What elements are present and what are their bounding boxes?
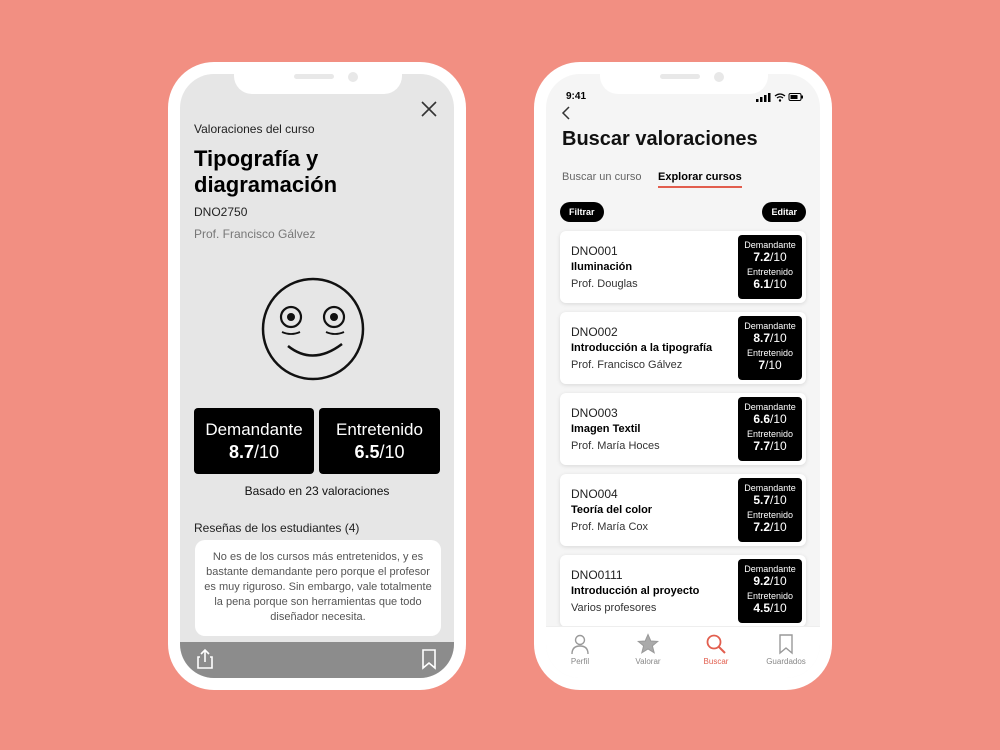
filter-button[interactable]: Filtrar	[560, 202, 604, 222]
demanding-value: 8.7/10	[228, 442, 280, 462]
course-code: DNO002	[571, 325, 618, 339]
search-icon	[706, 634, 726, 654]
course-card[interactable]: DNO003 Imagen Textil Prof. María Hoces D…	[560, 393, 806, 465]
course-name: Introducción a la tipografía	[571, 342, 713, 354]
user-icon	[571, 634, 589, 655]
course-code: DNO003	[571, 406, 618, 420]
phone-course-detail: Valoraciones del curso Tipografía y diag…	[168, 62, 466, 690]
course-detail-screen: Valoraciones del curso Tipografía y diag…	[180, 74, 454, 678]
course-professor: Prof. Francisco Gálvez	[571, 359, 683, 371]
review-card[interactable]: No es de los cursos más entretenidos, y …	[195, 540, 441, 636]
nav-rate[interactable]: Valorar	[618, 633, 678, 666]
course-code: DNO004	[571, 487, 618, 501]
rating-badge: Demandante 7.2/10 Entretenido 6.1/10	[738, 235, 802, 299]
status-time: 9:41	[566, 91, 587, 102]
tab-search-course[interactable]: Buscar un curso	[562, 171, 641, 183]
course-professor: Prof. María Hoces	[571, 440, 660, 452]
course-name: Introducción al proyecto	[571, 585, 700, 597]
course-name: Iluminación	[571, 261, 633, 273]
rating-badge: Demandante 6.6/10 Entretenido 7.7/10	[738, 397, 802, 461]
close-icon[interactable]	[418, 98, 440, 120]
bookmark-icon[interactable]	[418, 648, 440, 670]
bookmark-icon	[779, 634, 793, 655]
course-professor: Prof. María Cox	[571, 521, 649, 533]
professor-name: Prof. Francisco Gálvez	[194, 227, 316, 241]
course-card[interactable]: DNO002 Introducción a la tipografía Prof…	[560, 312, 806, 384]
course-name: Teoría del color	[571, 504, 653, 516]
phone-notch	[234, 62, 402, 94]
course-professor: Prof. Douglas	[571, 278, 638, 290]
phone-notch	[600, 62, 768, 94]
course-professor: Varios profesores	[571, 602, 657, 614]
section-label: Valoraciones del curso	[194, 122, 315, 136]
reviews-title: Reseñas de los estudiantes (4)	[194, 521, 360, 535]
course-code: DNO2750	[194, 205, 248, 219]
tab-explore-courses[interactable]: Explorar cursos	[658, 171, 742, 188]
entertaining-score-box: Entretenido 6.5/10	[319, 408, 440, 474]
course-title: Tipografía y diagramación	[194, 146, 338, 197]
status-icons	[756, 93, 803, 102]
rating-badge: Demandante 5.7/10 Entretenido 7.2/10	[738, 478, 802, 542]
nav-saved[interactable]: Guardados	[756, 633, 816, 666]
search-ratings-screen: 9:41 Buscar valoraciones Buscar un curso…	[546, 74, 820, 678]
demanding-score-box: Demandante 8.7/10	[194, 408, 314, 474]
share-icon[interactable]	[194, 648, 216, 670]
smiley-face-icon	[261, 277, 365, 381]
rating-badge: Demandante 9.2/10 Entretenido 4.5/10	[738, 559, 802, 623]
course-code: DNO001	[571, 244, 618, 258]
course-card[interactable]: DNO004 Teoría del color Prof. María Cox …	[560, 474, 806, 546]
course-name: Imagen Textil	[571, 423, 641, 435]
page-title: Buscar valoraciones	[562, 128, 758, 150]
rating-badge: Demandante 8.7/10 Entretenido 7/10	[738, 316, 802, 380]
edit-button[interactable]: Editar	[762, 202, 806, 222]
nav-search[interactable]: Buscar	[686, 633, 746, 666]
bottom-tab-bar: Perfil Valorar Buscar Guardados	[546, 626, 820, 678]
bottom-action-bar	[180, 642, 454, 678]
course-card[interactable]: DNO0111 Introducción al proyecto Varios …	[560, 555, 806, 627]
course-code: DNO0111	[571, 568, 623, 582]
back-chevron-icon[interactable]	[560, 105, 574, 121]
entertaining-value: 6.5/10	[354, 442, 405, 462]
nav-profile[interactable]: Perfil	[550, 633, 610, 666]
demanding-label: Demandante	[205, 420, 303, 439]
ratings-count: Basado en 23 valoraciones	[244, 484, 390, 498]
entertaining-label: Entretenido	[336, 420, 423, 439]
course-card[interactable]: DNO001 Iluminación Prof. Douglas Demanda…	[560, 231, 806, 303]
star-icon	[637, 633, 659, 654]
phone-search-ratings: 9:41 Buscar valoraciones Buscar un curso…	[534, 62, 832, 690]
